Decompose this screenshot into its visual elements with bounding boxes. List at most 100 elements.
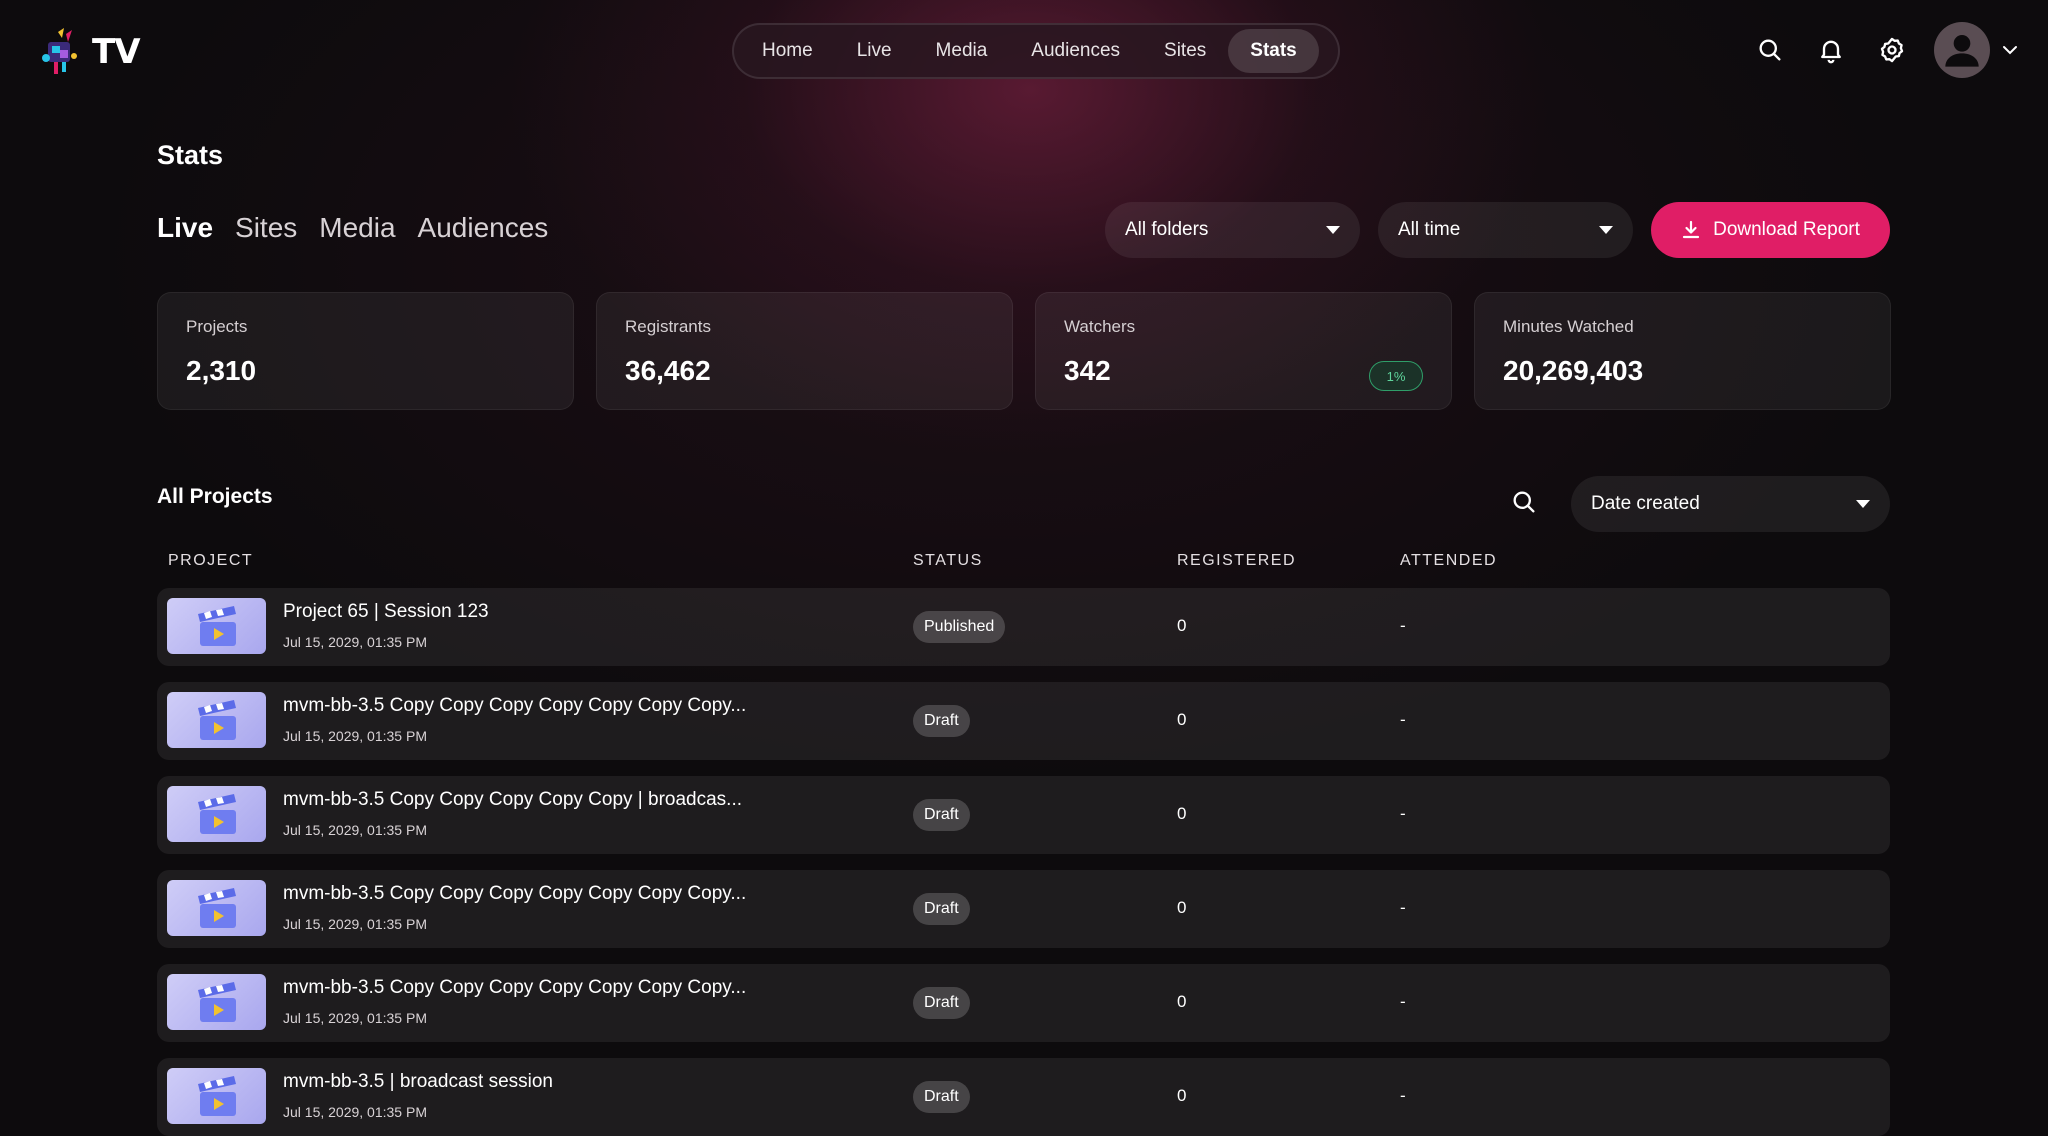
project-date: Jul 15, 2029, 01:35 PM xyxy=(283,634,427,650)
stats-tabs: Live Sites Media Audiences xyxy=(157,212,548,244)
folders-dropdown-value: All folders xyxy=(1125,219,1209,240)
tab-audiences[interactable]: Audiences xyxy=(418,212,549,244)
download-report-button[interactable]: Download Report xyxy=(1651,202,1890,258)
search-icon xyxy=(1759,39,1781,61)
nav-home[interactable]: Home xyxy=(740,29,835,73)
logo-text: TV xyxy=(92,32,141,72)
stat-card-minutes-watched: Minutes Watched 20,269,403 xyxy=(1474,292,1891,410)
project-date: Jul 15, 2029, 01:35 PM xyxy=(283,728,427,744)
caret-down-icon xyxy=(1326,226,1340,234)
stat-card-watchers: Watchers 342 1% xyxy=(1035,292,1452,410)
registered-count: 0 xyxy=(1177,616,1187,635)
registered-count: 0 xyxy=(1177,898,1187,917)
clapperboard-icon xyxy=(197,794,236,834)
nav-sites[interactable]: Sites xyxy=(1142,29,1228,73)
registered-count: 0 xyxy=(1177,1086,1187,1105)
table-row[interactable]: mvm-bb-3.5 Copy Copy Copy Copy Copy Copy… xyxy=(157,964,1890,1042)
page-title: Stats xyxy=(157,140,224,170)
stat-value: 36,462 xyxy=(625,355,711,386)
download-report-label: Download Report xyxy=(1713,219,1860,240)
project-thumbnail xyxy=(167,692,266,748)
registered-count: 0 xyxy=(1177,710,1187,729)
stats-page: TV Home Live Media Audiences Sites Stats… xyxy=(0,0,2048,1136)
status-badge: Draft xyxy=(913,893,970,925)
caret-down-icon xyxy=(1599,226,1613,234)
project-date: Jul 15, 2029, 01:35 PM xyxy=(283,916,427,932)
attended-count: - xyxy=(1400,1086,1406,1105)
folders-dropdown[interactable]: All folders xyxy=(1105,202,1360,258)
project-name[interactable]: mvm-bb-3.5 Copy Copy Copy Copy Copy Copy… xyxy=(283,695,746,717)
projects-search-button[interactable] xyxy=(1510,488,1542,520)
column-header-registered: REGISTERED xyxy=(1177,552,1297,569)
sort-dropdown[interactable]: Date created xyxy=(1571,476,1890,532)
search-button[interactable] xyxy=(1750,30,1790,70)
stat-label: Registrants xyxy=(625,317,711,336)
stat-card-registrants: Registrants 36,462 xyxy=(596,292,1013,410)
table-row[interactable]: mvm-bb-3.5 Copy Copy Copy Copy Copy Copy… xyxy=(157,870,1890,948)
tab-live[interactable]: Live xyxy=(157,212,213,244)
clapperboard-icon xyxy=(197,982,236,1022)
bell-icon xyxy=(1821,40,1841,64)
change-badge: 1% xyxy=(1369,361,1423,391)
settings-button[interactable] xyxy=(1872,30,1912,70)
project-name[interactable]: mvm-bb-3.5 Copy Copy Copy Copy Copy Copy… xyxy=(283,883,746,905)
stat-label: Projects xyxy=(186,317,248,336)
avatar[interactable] xyxy=(1934,22,1990,78)
project-name[interactable]: Project 65 | Session 123 xyxy=(283,601,489,623)
app-logo[interactable]: TV xyxy=(38,28,141,76)
nav-audiences[interactable]: Audiences xyxy=(1009,29,1142,73)
chevron-down-icon[interactable] xyxy=(1998,38,2022,62)
time-range-dropdown[interactable]: All time xyxy=(1378,202,1633,258)
column-header-attended: ATTENDED xyxy=(1400,552,1498,569)
table-row[interactable]: mvm-bb-3.5 | broadcast session Jul 15, 2… xyxy=(157,1058,1890,1136)
registered-count: 0 xyxy=(1177,804,1187,823)
table-row[interactable]: mvm-bb-3.5 Copy Copy Copy Copy Copy | br… xyxy=(157,776,1890,854)
project-thumbnail xyxy=(167,598,266,654)
attended-count: - xyxy=(1400,616,1406,635)
stat-value: 20,269,403 xyxy=(1503,355,1644,386)
caret-down-icon xyxy=(1856,500,1870,508)
attended-count: - xyxy=(1400,992,1406,1011)
project-thumbnail xyxy=(167,1068,266,1124)
project-date: Jul 15, 2029, 01:35 PM xyxy=(283,1104,427,1120)
attended-count: - xyxy=(1400,804,1406,823)
project-date: Jul 15, 2029, 01:35 PM xyxy=(283,1010,427,1026)
notifications-button[interactable] xyxy=(1811,30,1851,70)
settings-icon xyxy=(1880,37,1904,63)
nav-media[interactable]: Media xyxy=(914,29,1010,73)
project-name[interactable]: mvm-bb-3.5 Copy Copy Copy Copy Copy Copy… xyxy=(283,977,746,999)
clapperboard-icon xyxy=(197,606,236,646)
project-name[interactable]: mvm-bb-3.5 Copy Copy Copy Copy Copy | br… xyxy=(283,789,742,811)
project-name[interactable]: mvm-bb-3.5 | broadcast session xyxy=(283,1071,553,1093)
project-thumbnail xyxy=(167,880,266,936)
user-icon xyxy=(1945,35,1979,67)
nav-live[interactable]: Live xyxy=(835,29,914,73)
table-row[interactable]: mvm-bb-3.5 Copy Copy Copy Copy Copy Copy… xyxy=(157,682,1890,760)
column-header-status: STATUS xyxy=(913,552,983,569)
attended-count: - xyxy=(1400,710,1406,729)
status-badge: Published xyxy=(913,611,1006,643)
clapperboard-icon xyxy=(197,888,236,928)
column-header-project: PROJECT xyxy=(168,552,254,569)
header-actions xyxy=(1729,22,2022,78)
project-date: Jul 15, 2029, 01:35 PM xyxy=(283,822,427,838)
tab-media[interactable]: Media xyxy=(319,212,395,244)
project-thumbnail xyxy=(167,974,266,1030)
status-badge: Draft xyxy=(913,987,970,1019)
time-range-value: All time xyxy=(1398,219,1461,240)
tab-sites[interactable]: Sites xyxy=(235,212,297,244)
download-icon xyxy=(1682,220,1700,239)
status-badge: Draft xyxy=(913,1081,970,1113)
stat-label: Minutes Watched xyxy=(1503,317,1634,336)
stat-card-projects: Projects 2,310 xyxy=(157,292,574,410)
search-icon xyxy=(1513,491,1535,513)
sort-dropdown-value: Date created xyxy=(1591,493,1700,514)
stat-label: Watchers xyxy=(1064,317,1136,336)
clapperboard-icon xyxy=(197,1076,236,1116)
clapperboard-icon xyxy=(197,700,236,740)
nav-stats[interactable]: Stats xyxy=(1228,29,1319,73)
attended-count: - xyxy=(1400,898,1406,917)
registered-count: 0 xyxy=(1177,992,1187,1011)
project-thumbnail xyxy=(167,786,266,842)
table-row[interactable]: Project 65 | Session 123 Jul 15, 2029, 0… xyxy=(157,588,1890,666)
